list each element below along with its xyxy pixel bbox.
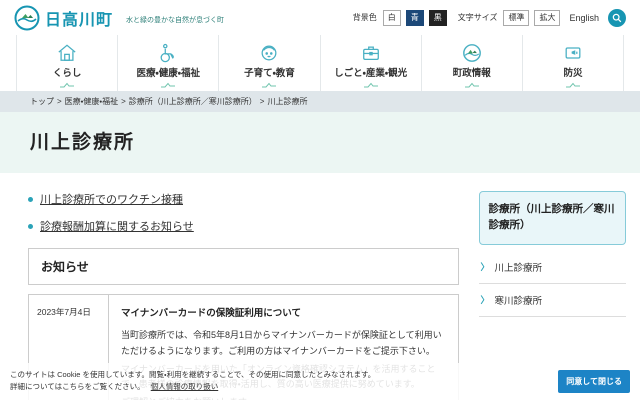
breadcrumb-current: 川上診療所 — [267, 97, 307, 106]
breadcrumb-separator: > — [121, 97, 126, 106]
vaccine-link[interactable]: 川上診療所でのワクチン接種 — [40, 191, 183, 207]
nav-item-kurashi[interactable]: くらし — [16, 35, 117, 91]
breadcrumb-link-top[interactable]: トップ — [30, 97, 54, 106]
list-item: 川上診療所でのワクチン接種 — [28, 191, 459, 207]
sidebar-heading: 診療所（川上診療所／寒川診療所） — [479, 191, 626, 245]
town-logo-icon — [14, 5, 40, 31]
page-title-band: 川上診療所 — [0, 112, 640, 173]
breadcrumb-separator: > — [57, 97, 62, 106]
cookie-agree-button[interactable]: 同意して閉じる — [558, 370, 630, 393]
sidebar-item-kawakami[interactable]: 〉 川上診療所 — [479, 251, 626, 284]
nav-label: 医療・健康・福祉 — [137, 65, 200, 79]
briefcase-icon — [360, 43, 382, 63]
nav-label: 防災 — [563, 65, 582, 79]
cookie-line2: 詳細についてはこちらをご覧ください。 — [10, 382, 145, 391]
quick-links: 川上診療所でのワクチン接種 診療報酬加算に関するお知らせ — [28, 191, 459, 234]
news-paragraph: 当町診療所では、令和5年8月1日からマイナンバーカードが保険証として利用いただけ… — [121, 328, 446, 360]
site-name: 日高川町 — [45, 6, 113, 30]
nav-item-choseijoho[interactable]: 町政情報 — [421, 35, 522, 91]
nav-item-kosodate-kyoiku[interactable]: 子育て・教育 — [218, 35, 319, 91]
english-link[interactable]: English — [569, 13, 599, 23]
hill-decoration-icon — [464, 82, 480, 88]
bg-color-label: 背景色 — [353, 12, 377, 23]
nav-label: くらし — [53, 65, 82, 79]
global-nav: くらし 医療・健康・福祉 — [0, 35, 640, 91]
hill-decoration-icon — [160, 82, 176, 88]
font-standard-button[interactable]: 標準 — [503, 10, 529, 26]
hill-decoration-icon — [59, 82, 75, 88]
hill-decoration-icon — [565, 82, 581, 88]
breadcrumb: トップ>医療・健康・福祉>診療所（川上診療所／寒川診療所）>川上診療所 — [0, 91, 640, 112]
header-tools: 背景色 白 青 黒 文字サイズ 標準 拡大 English — [353, 9, 626, 27]
nav-item-shigoto-sangyo-kanko[interactable]: しごと・産業・観光 — [320, 35, 421, 91]
chevron-right-icon: 〉 — [481, 293, 490, 306]
bg-white-button[interactable]: 白 — [383, 10, 401, 26]
sidebar-item-label: 川上診療所 — [495, 260, 543, 274]
sidebar-item-samukawa[interactable]: 〉 寒川診療所 — [479, 284, 626, 317]
town-emblem-icon — [462, 43, 482, 63]
cookie-line1: このサイトは Cookie を使用しています。閲覧・利用を継続することで、その使… — [10, 370, 375, 379]
font-large-button[interactable]: 拡大 — [534, 10, 560, 26]
bullet-icon — [28, 224, 33, 229]
sidebar-list: 〉 川上診療所 〉 寒川診療所 — [479, 251, 626, 317]
nav-item-iryo-kenko-fukushi[interactable]: 医療・健康・福祉 — [117, 35, 218, 91]
nav-label: 町政情報 — [453, 65, 491, 79]
house-icon — [56, 43, 78, 63]
breadcrumb-link-shinryojo[interactable]: 診療所（川上診療所／寒川診療所） — [129, 97, 257, 106]
bg-blue-button[interactable]: 青 — [406, 10, 424, 26]
breadcrumb-link-iryo[interactable]: 医療・健康・福祉 — [65, 97, 118, 106]
list-item: 診療報酬加算に関するお知らせ — [28, 218, 459, 234]
hill-decoration-icon — [261, 82, 277, 88]
font-size-label: 文字サイズ — [458, 12, 498, 23]
page-title: 川上診療所 — [30, 127, 610, 154]
privacy-policy-link[interactable]: 個人情報の取り扱い — [151, 382, 219, 391]
emergency-speaker-icon — [562, 43, 584, 63]
bg-black-button[interactable]: 黒 — [429, 10, 447, 26]
search-button[interactable] — [608, 9, 626, 27]
sidebar-item-label: 寒川診療所 — [495, 293, 543, 307]
hill-decoration-icon — [363, 82, 379, 88]
nav-item-bosai[interactable]: 防災 — [522, 35, 624, 91]
news-title: マイナンバーカードの保険証利用について — [121, 305, 446, 319]
page: 日高川町 水と緑の豊かな自然が息づく町 背景色 白 青 黒 文字サイズ 標準 拡… — [0, 0, 640, 400]
child-icon — [258, 43, 280, 63]
site-tagline: 水と緑の豊かな自然が息づく町 — [126, 15, 224, 25]
nav-label: 子育て・教育 — [244, 65, 295, 79]
cookie-text: このサイトは Cookie を使用しています。閲覧・利用を継続することで、その使… — [10, 369, 375, 393]
search-icon — [612, 13, 622, 23]
bullet-icon — [28, 197, 33, 202]
site-brand[interactable]: 日高川町 水と緑の豊かな自然が息づく町 — [14, 5, 224, 31]
cookie-banner: このサイトは Cookie を使用しています。閲覧・利用を継続することで、その使… — [0, 363, 640, 400]
chevron-right-icon: 〉 — [481, 260, 490, 273]
breadcrumb-separator: > — [260, 97, 265, 106]
wheelchair-icon — [157, 43, 179, 63]
header: 日高川町 水と緑の豊かな自然が息づく町 背景色 白 青 黒 文字サイズ 標準 拡… — [0, 0, 640, 35]
nav-label: しごと・産業・観光 — [334, 65, 407, 79]
news-heading: お知らせ — [28, 248, 459, 285]
fee-notice-link[interactable]: 診療報酬加算に関するお知らせ — [40, 218, 194, 234]
